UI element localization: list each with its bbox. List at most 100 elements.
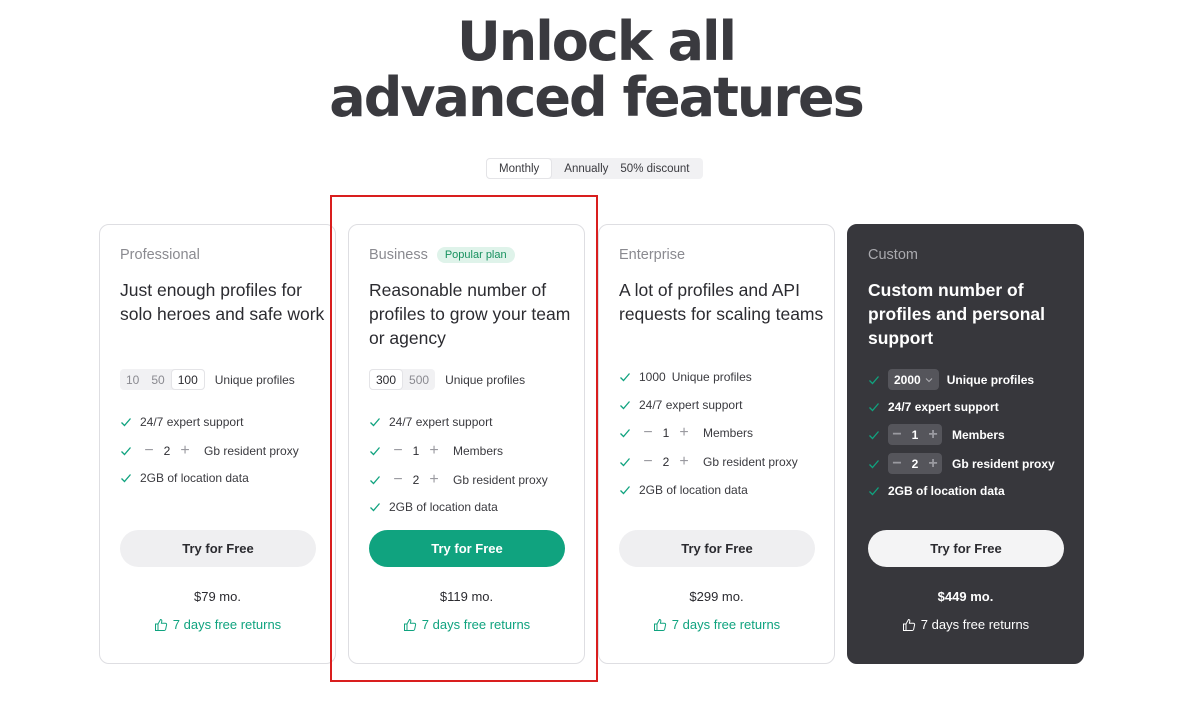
feature-support-label: 24/7 expert support (639, 398, 743, 412)
proxy-value: 2 (412, 472, 420, 487)
plan-name-text: Business (369, 247, 428, 263)
billing-monthly-option[interactable]: Monthly (486, 158, 553, 179)
profiles-option-500[interactable]: 500 (403, 369, 435, 390)
popular-plan-badge: Popular plan (436, 247, 515, 263)
feature-location-label: 2GB of location data (639, 483, 748, 497)
check-icon (620, 401, 630, 410)
profiles-option-10[interactable]: 10 (120, 369, 145, 390)
plus-icon[interactable]: + (425, 442, 443, 460)
profiles-option-100[interactable]: 100 (170, 369, 205, 390)
feature-location: 2GB of location data (369, 500, 498, 514)
free-returns-label: 7 days free returns (920, 617, 1030, 632)
profiles-option-50[interactable]: 50 (145, 369, 170, 390)
plan-price: $299 mo. (689, 589, 744, 604)
feature-members-label: Members (952, 427, 1005, 442)
check-icon (620, 486, 630, 495)
unique-profiles-label: Unique profiles (214, 372, 295, 387)
members-stepper: − 1 + (639, 422, 693, 443)
plan-price: $119 mo. (439, 589, 494, 604)
feature-members: − 1 + Members (868, 424, 1005, 445)
minus-icon[interactable]: − (888, 426, 906, 444)
plan-description: Custom number of profiles and personal s… (868, 280, 1045, 348)
feature-support-label: 24/7 expert support (888, 400, 999, 414)
members-stepper: − 1 + (888, 424, 942, 445)
members-stepper: − 1 + (389, 440, 443, 461)
try-for-free-button[interactable]: Try for Free (120, 530, 316, 567)
billing-annually-option[interactable]: Annually (552, 158, 614, 179)
free-returns-link[interactable]: 7 days free returns (349, 617, 584, 632)
feature-location-label: 2GB of location data (389, 500, 498, 514)
plus-icon[interactable]: + (675, 453, 693, 471)
plan-description: Just enough profiles for solo heroes and… (120, 280, 325, 324)
plan-price: $449 mo. (937, 589, 994, 604)
plan-name: Professional (120, 247, 200, 263)
minus-icon[interactable]: − (140, 442, 158, 460)
plus-icon[interactable]: + (176, 442, 194, 460)
billing-period-toggle: Monthly Annually 50% discount (486, 158, 703, 179)
feature-proxy-label: Gb resident proxy (204, 443, 299, 458)
proxy-value: 2 (911, 456, 919, 471)
check-icon (370, 503, 380, 512)
plus-icon[interactable]: + (924, 426, 942, 444)
feature-location-label: 2GB of location data (888, 484, 1005, 498)
proxy-stepper: − 2 + (389, 469, 443, 490)
plan-name: Enterprise (619, 247, 685, 263)
check-icon (370, 475, 380, 484)
feature-members: − 1 + Members (369, 440, 503, 461)
plan-card-professional: Professional Just enough profiles for so… (99, 224, 336, 664)
proxy-stepper: − 2 + (140, 440, 194, 461)
feature-support-label: 24/7 expert support (140, 415, 244, 429)
check-icon (370, 418, 380, 427)
try-for-free-button[interactable]: Try for Free (369, 530, 565, 567)
check-icon (869, 459, 879, 468)
feature-proxy-label: Gb resident proxy (703, 454, 798, 469)
check-icon (121, 474, 131, 483)
try-for-free-button[interactable]: Try for Free (868, 530, 1064, 567)
feature-support: 24/7 expert support (868, 400, 999, 414)
check-icon (869, 403, 879, 412)
feature-support-label: 24/7 expert support (389, 415, 493, 429)
plan-card-business: Business Popular plan Reasonable number … (348, 224, 585, 664)
profiles-option-300[interactable]: 300 (369, 369, 404, 390)
free-returns-link[interactable]: 7 days free returns (848, 617, 1083, 632)
plus-icon[interactable]: + (675, 424, 693, 442)
proxy-stepper: − 2 + (639, 451, 693, 472)
members-value: 1 (662, 425, 670, 440)
discount-label: 50% discount (620, 162, 690, 175)
plan-card-custom: Custom Custom number of profiles and per… (847, 224, 1084, 664)
minus-icon[interactable]: − (639, 424, 657, 442)
plus-icon[interactable]: + (425, 471, 443, 489)
feature-location: 2GB of location data (619, 483, 748, 497)
feature-support: 24/7 expert support (619, 398, 742, 412)
plan-card-enterprise: Enterprise A lot of profiles and API req… (598, 224, 835, 664)
plan-name-text: Enterprise (619, 247, 686, 263)
feature-proxy-label: Gb resident proxy (453, 472, 548, 487)
feature-profiles: 2000 Unique profiles (868, 369, 1034, 390)
check-icon (869, 375, 879, 384)
feature-members-label: Members (703, 425, 754, 440)
check-icon (620, 457, 630, 466)
feature-proxy: − 2 + Gb resident proxy (619, 451, 798, 472)
plus-icon[interactable]: + (924, 455, 942, 473)
free-returns-link[interactable]: 7 days free returns (599, 617, 834, 632)
free-returns-link[interactable]: 7 days free returns (100, 617, 335, 632)
profiles-value: 2000 (894, 372, 921, 387)
plan-name: Custom (868, 247, 918, 263)
profiles-dropdown[interactable]: 2000 (888, 369, 939, 390)
feature-proxy-label: Gb resident proxy (952, 456, 1055, 471)
feature-location: 2GB of location data (868, 484, 1005, 498)
free-returns-label: 7 days free returns (172, 617, 282, 632)
check-icon (370, 446, 380, 455)
plan-price: $79 mo. (194, 589, 241, 604)
plan-name-text: Custom (868, 247, 918, 263)
feature-proxy: − 2 + Gb resident proxy (868, 453, 1055, 474)
minus-icon[interactable]: − (639, 453, 657, 471)
minus-icon[interactable]: − (888, 455, 906, 473)
feature-location: 2GB of location data (120, 471, 249, 485)
try-for-free-button[interactable]: Try for Free (619, 530, 815, 567)
minus-icon[interactable]: − (389, 471, 407, 489)
minus-icon[interactable]: − (389, 442, 407, 460)
profiles-selector-row: 300 500 Unique profiles (369, 369, 525, 390)
plan-description: A lot of profiles and API requests for s… (619, 280, 824, 324)
thumbs-up-icon (403, 618, 416, 631)
